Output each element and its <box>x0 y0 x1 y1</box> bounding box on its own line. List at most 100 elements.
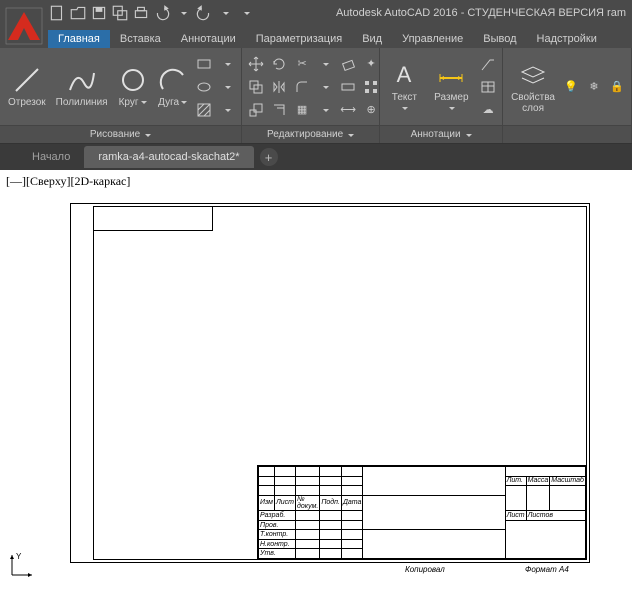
stamp-massa: Масса <box>526 476 550 486</box>
qat-undo-dropdown-icon[interactable] <box>174 4 192 22</box>
ucs-icon: Y <box>6 551 36 586</box>
new-tab-button[interactable]: + <box>260 148 278 166</box>
sheet-outer-border: Лит.МассаМасштаб ИзмЛист№ докум.Подп.Дат… <box>70 203 590 563</box>
circle-label: Круг <box>119 97 147 108</box>
app-menu-icon[interactable] <box>4 6 44 46</box>
hatch-dropdown-icon[interactable] <box>217 100 237 120</box>
stamp-lit: Лит. <box>505 476 526 486</box>
hatch-icon[interactable] <box>194 100 214 120</box>
qat-undo-icon[interactable] <box>153 4 171 22</box>
stretch-icon[interactable] <box>338 77 358 97</box>
stamp-sheets: Листов <box>526 511 585 521</box>
stamp-tkontr: Т.контр. <box>259 530 296 540</box>
leader-icon[interactable] <box>478 54 498 74</box>
layer-on-icon[interactable]: 💡 <box>561 77 581 97</box>
sheet-inner-border: Лит.МассаМасштаб ИзмЛист№ докум.Подп.Дат… <box>93 206 587 560</box>
document-tabs: Начало ramka-a4-autocad-skachat2* + <box>0 144 632 170</box>
ribbon-tabs: Главная Вставка Аннотации Параметризация… <box>0 26 632 48</box>
layer-freeze-icon[interactable]: ❄ <box>584 77 604 97</box>
panel-layers-title[interactable] <box>503 125 631 143</box>
trim-icon[interactable]: ✂ <box>292 54 312 74</box>
svg-text:Y: Y <box>16 552 22 561</box>
dimension-button[interactable]: Размер <box>427 58 476 116</box>
drawing-canvas[interactable]: Лит.МассаМасштаб ИзмЛист№ докум.Подп.Дат… <box>0 193 632 588</box>
tab-addins[interactable]: Надстройки <box>527 30 607 48</box>
rectangle-icon[interactable] <box>194 54 214 74</box>
line-label: Отрезок <box>8 97 46 108</box>
panel-layers: Свойства слоя 💡 ❄ 🔒 <box>503 48 632 143</box>
erase-icon[interactable] <box>338 54 358 74</box>
panel-draw-title[interactable]: Рисование <box>0 125 241 143</box>
stamp-date: Дата <box>341 495 362 511</box>
text-button[interactable]: A Текст <box>384 58 424 116</box>
qat-saveas-icon[interactable] <box>111 4 129 22</box>
qat-save-icon[interactable] <box>90 4 108 22</box>
title-block: Лит.МассаМасштаб ИзмЛист№ докум.Подп.Дат… <box>257 465 587 560</box>
stamp-razrab: Разраб. <box>259 511 296 521</box>
quick-access-toolbar <box>48 4 255 22</box>
arrayrect-icon[interactable]: ▦ <box>292 100 312 120</box>
ribbon: Отрезок Полилиния Круг Дуга <box>0 48 632 144</box>
doctab-start[interactable]: Начало <box>18 146 84 168</box>
tab-parametric[interactable]: Параметризация <box>246 30 352 48</box>
arrayrect-dropdown-icon[interactable] <box>315 100 335 120</box>
text-label: Текст <box>388 92 420 114</box>
fillet-dropdown-icon[interactable] <box>315 77 335 97</box>
move-icon[interactable] <box>246 54 266 74</box>
polyline-button[interactable]: Полилиния <box>52 63 112 110</box>
panel-annotation: A Текст Размер ☁ Аннотации <box>380 48 503 143</box>
tab-output[interactable]: Вывод <box>473 30 526 48</box>
stamp-list: Лист <box>274 495 295 511</box>
tab-view[interactable]: Вид <box>352 30 392 48</box>
qat-open-icon[interactable] <box>69 4 87 22</box>
stamp-izm: Изм <box>259 495 275 511</box>
rotate-icon[interactable] <box>269 54 289 74</box>
panel-modify-title[interactable]: Редактирование <box>242 125 379 143</box>
layer-properties-button[interactable]: Свойства слоя <box>507 58 559 116</box>
sheet-top-stub <box>93 206 213 231</box>
qat-redo-icon[interactable] <box>195 4 213 22</box>
cloud-icon[interactable]: ☁ <box>478 100 498 120</box>
table-icon[interactable] <box>478 77 498 97</box>
rectangle-dropdown-icon[interactable] <box>217 54 237 74</box>
panel-annotation-title[interactable]: Аннотации <box>380 125 502 143</box>
tab-home[interactable]: Главная <box>48 30 110 48</box>
qat-customize-icon[interactable] <box>237 4 255 22</box>
stamp-prov: Пров. <box>259 520 296 530</box>
arc-button[interactable]: Дуга <box>154 63 192 110</box>
scale-icon[interactable] <box>246 100 266 120</box>
qat-plot-icon[interactable] <box>132 4 150 22</box>
layer-lock-icon[interactable]: 🔒 <box>607 77 627 97</box>
circle-button[interactable]: Круг <box>114 63 152 110</box>
panel-modify: ✂ ✦ ▦ ⟷ ⊕ Редактирование <box>242 48 380 143</box>
ellipse-dropdown-icon[interactable] <box>217 77 237 97</box>
polyline-label: Полилиния <box>56 97 108 108</box>
panel-draw: Отрезок Полилиния Круг Дуга <box>0 48 242 143</box>
mirror-icon[interactable] <box>269 77 289 97</box>
tab-manage[interactable]: Управление <box>392 30 473 48</box>
join-icon[interactable]: ⊕ <box>361 100 381 120</box>
array-icon[interactable] <box>361 77 381 97</box>
trim-dropdown-icon[interactable] <box>315 54 335 74</box>
copy-icon[interactable] <box>246 77 266 97</box>
layer-properties-label: Свойства слоя <box>511 92 555 114</box>
offset-icon[interactable] <box>269 100 289 120</box>
qat-redo-dropdown-icon[interactable] <box>216 4 234 22</box>
tab-insert[interactable]: Вставка <box>110 30 171 48</box>
tab-annotate[interactable]: Аннотации <box>171 30 246 48</box>
stamp-docnum: № докум. <box>296 495 320 511</box>
window-title: Autodesk AutoCAD 2016 - СТУДЕНЧЕСКАЯ ВЕР… <box>336 7 626 19</box>
stamp-sign: Подп. <box>320 495 342 511</box>
stamp-nkontr: Н.контр. <box>259 539 296 549</box>
line-button[interactable]: Отрезок <box>4 63 50 110</box>
stamp-sheet: Лист <box>505 511 526 521</box>
lengthen-icon[interactable]: ⟷ <box>338 100 358 120</box>
doctab-file[interactable]: ramka-a4-autocad-skachat2* <box>84 146 253 168</box>
footer-format: Формат A4 <box>525 565 569 574</box>
viewport-controls[interactable]: [—][Сверху][2D-каркас] <box>0 170 632 193</box>
dimension-label: Размер <box>431 92 472 114</box>
explode-icon[interactable]: ✦ <box>361 54 381 74</box>
fillet-icon[interactable] <box>292 77 312 97</box>
ellipse-icon[interactable] <box>194 77 214 97</box>
qat-new-icon[interactable] <box>48 4 66 22</box>
